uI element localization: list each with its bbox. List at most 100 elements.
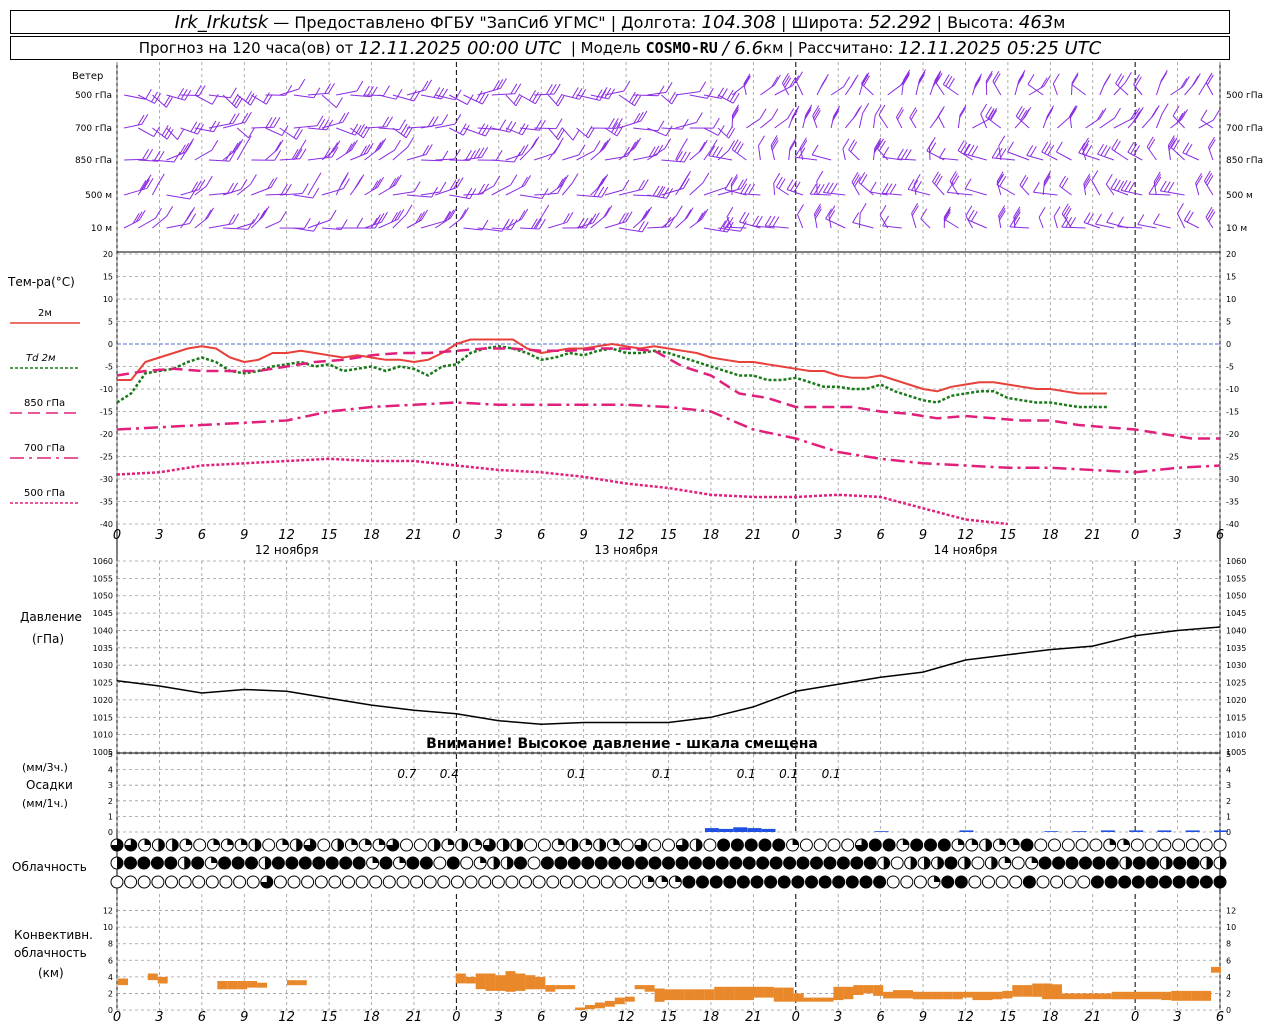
cloud-fill [778,876,791,888]
wind-barb-flag [789,140,797,151]
cloud-symbol [736,875,750,889]
cloud-outline [396,875,410,889]
cloud-symbol [500,856,514,870]
cloud-fill [353,857,366,869]
cloud-symbol [262,838,276,852]
cloud-outline [1077,875,1091,889]
cloud-symbol [487,856,501,870]
cloud-symbol [450,875,464,889]
cloud-outline [1199,838,1213,852]
cloud-outline [262,838,276,852]
cloud-fill [1173,876,1186,888]
cloud-symbol [941,875,955,889]
legend-label-4: 500 гПа [24,488,65,499]
hour-label-bottom: 9 [240,1010,248,1024]
wind-barb-flag [862,102,870,114]
convective-bar [296,980,307,986]
wind-barb-flag [422,145,430,156]
hour-label-bottom: 0 [1131,1010,1139,1024]
convective-bar [118,978,128,986]
cloud-symbol [271,856,285,870]
cloud-symbol [505,875,519,889]
cloud-fill [941,876,954,888]
wind-barb-flag [853,107,861,119]
wind-barb [1038,217,1044,229]
wind-barb [928,147,931,161]
cloud-symbol [628,875,641,889]
wind-barb-flag [555,127,563,138]
wind-barb [1205,216,1214,229]
wind-barb-flag [274,150,282,161]
cloud-fill [232,857,245,869]
pres-ytick-right: 1025 [1226,679,1246,688]
wind-barb-flag [728,127,736,139]
wind-barb-flag [207,207,215,219]
wind-barb-flag [852,212,860,223]
cloud-symbol [813,838,827,852]
convective-bar [1141,991,1152,1000]
cloud-symbol [810,856,823,870]
cloud-symbol [634,838,648,852]
cloud-half [507,857,514,869]
wind-barb-flag [790,110,798,121]
wind-barb [1033,191,1058,196]
wind-barb [505,154,523,161]
wind-barb-flag [496,79,504,90]
cloud-outline [614,875,628,889]
cloud-symbol [635,856,649,870]
wind-barb [1056,151,1072,161]
hour-label-bottom: 21 [1084,1010,1101,1024]
cloud-symbol [688,856,702,870]
wind-barb-flag [1071,74,1079,85]
cloud-symbol [641,875,655,889]
wind-barb [1078,152,1100,161]
cloud-symbol [1213,856,1227,870]
cloud-quarter [378,839,385,845]
cloud-outline [573,875,587,889]
wind-barb [392,191,415,196]
cloud-quarter [675,876,682,882]
cloud-half [937,857,944,869]
convective-bar [684,989,695,1001]
wind-barb-flag [859,202,867,214]
cloud-symbol [331,838,345,852]
convective-bar [485,973,496,991]
wind-barb-flag [407,137,415,148]
cloud-outline [505,875,519,889]
cloud-fill [1145,876,1158,888]
cloud-fill [541,857,554,869]
cloud-symbol [648,856,662,870]
pressure-title: Давление [20,610,82,624]
cloud-symbol [600,875,614,889]
cloud-symbol [729,856,743,870]
convective-bar [992,991,1003,1000]
cloud-symbol [662,838,675,852]
cloud-half [461,839,468,851]
wind-barb-flag [959,107,967,118]
cloud-fill [756,857,769,869]
wind-barb-flag [301,183,309,194]
wind-level-label: 500 гПа [75,91,112,101]
hour-label: 21 [406,528,423,543]
cloud-outline [546,875,560,889]
cloud-symbol [979,838,993,852]
cloud-quarter [399,857,406,863]
cloud-symbol [984,856,998,870]
precip-label-1h: (мм/1ч.) [22,797,68,810]
cloud-half [599,839,606,851]
wind-barb-flag [902,72,910,83]
cloud-outline [600,875,614,889]
cloud-symbol [519,875,532,889]
convective-bar [1121,991,1132,1000]
cloud-symbol [491,875,505,889]
pres-ytick-right: 1055 [1226,574,1246,583]
convective-bar [1042,983,1053,1000]
wind-barb [746,118,761,129]
cloud-symbol [342,875,355,889]
wind-barb-flag [1117,75,1125,86]
wind-barb [947,191,973,196]
wind-barb-flag [453,148,461,160]
cloud-symbol [937,838,951,852]
cloud-symbol [593,838,607,852]
cloud-outline [328,875,342,889]
